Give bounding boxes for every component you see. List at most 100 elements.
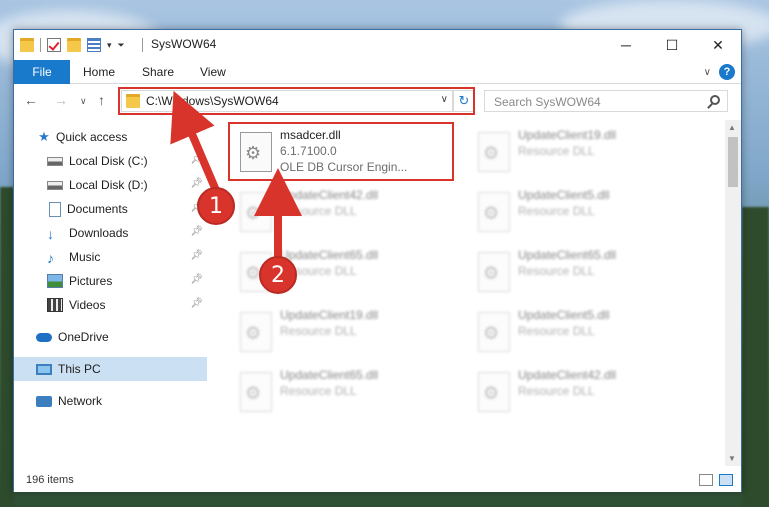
sidebar-item-label: Local Disk (C:) [69,154,148,168]
sidebar-item-label: Pictures [69,274,113,288]
status-bar: 196 items [14,470,741,492]
file-item[interactable]: UpdateClient5.dll Resource DLL [470,184,690,238]
sidebar-item-label: Documents [67,202,128,216]
sidebar-item-this-pc[interactable]: This PC [14,357,207,381]
toolbar-dropdown-icon[interactable]: ⏷ [118,40,125,51]
sidebar-item-videos[interactable]: Videos 📌︎ [14,293,207,317]
sidebar-item-downloads[interactable]: ↓ Downloads 📌︎ [14,221,207,245]
expand-ribbon-icon[interactable]: ∨ [704,67,711,78]
close-button[interactable]: ✕ [695,30,741,60]
sidebar-item-pictures[interactable]: Pictures 📌︎ [14,269,207,293]
file-name: UpdateClient19.dll [280,308,379,322]
sidebar-item-quick-access[interactable]: ★ Quick access [14,125,207,149]
dll-file-icon [240,372,272,412]
search-icon[interactable] [710,95,720,105]
file-item[interactable]: UpdateClient19.dll Resource DLL [470,124,690,178]
file-name: UpdateClient42.dll [280,188,379,202]
tab-file[interactable]: File [14,60,70,84]
maximize-button[interactable]: ☐ [649,30,695,60]
ribbon-controls: ∨ ? [704,64,735,80]
minimize-button[interactable]: ─ [603,30,649,60]
file-type: Resource DLL [518,384,595,398]
window-controls: ─ ☐ ✕ [603,30,741,60]
downloads-icon: ↓ [47,226,54,242]
this-pc-icon [36,363,52,375]
help-icon[interactable]: ? [719,64,735,80]
star-icon: ★ [38,129,50,144]
tab-home[interactable]: Home [83,60,115,84]
recent-locations-icon[interactable]: ∨ [80,96,87,107]
music-icon: ♪ [47,250,54,266]
sidebar-item-local-disk-c[interactable]: Local Disk (C:) 📌︎ [14,149,207,173]
customize-icon[interactable] [87,38,101,52]
large-icons-view-icon[interactable] [719,474,733,486]
sidebar-item-local-disk-d[interactable]: Local Disk (D:) 📌︎ [14,173,207,197]
file-name: UpdateClient5.dll [518,188,610,202]
file-name: UpdateClient5.dll [518,308,610,322]
file-type: Resource DLL [280,324,357,338]
view-toggle [699,474,733,486]
file-item[interactable]: UpdateClient42.dll Resource DLL [470,364,690,418]
sidebar-item-label: Downloads [69,226,129,240]
separator [142,38,143,52]
search-box[interactable]: Search SysWOW64 [484,90,728,112]
scroll-down-icon[interactable]: ▼ [728,454,736,463]
tab-share[interactable]: Share [142,60,174,84]
file-type: Resource DLL [518,144,595,158]
file-name: UpdateClient65.dll [280,368,379,382]
pin-icon[interactable]: 📌︎ [190,226,203,237]
scroll-up-icon[interactable]: ▲ [728,123,736,132]
pin-icon[interactable]: 📌︎ [190,274,203,285]
documents-icon [49,201,61,217]
pin-icon[interactable]: 📌︎ [190,154,203,165]
step-1-badge: 1 [197,187,235,225]
vertical-scrollbar[interactable]: ▲ ▼ [725,120,741,466]
dll-file-icon [478,192,510,232]
videos-icon [47,298,63,312]
pin-icon[interactable]: 📌︎ [190,178,203,189]
file-type: Resource DLL [518,324,595,338]
drive-icon [47,180,63,190]
file-item[interactable]: UpdateClient42.dll Resource DLL [232,184,452,238]
file-item[interactable]: UpdateClient65.dll Resource DLL [470,244,690,298]
item-count: 196 items [26,474,74,486]
up-arrow-icon[interactable]: ↑ [98,92,105,108]
address-highlight-box [118,87,475,115]
separator [40,38,41,52]
pictures-icon [47,274,63,288]
chevron-down-icon[interactable]: ▾ [107,40,112,51]
folder-icon [20,38,34,52]
navigation-bar: ← → ∨ ↑ C:\Windows\SysWOW64 ∨ ↻ Search S… [14,85,741,117]
file-name: UpdateClient65.dll [280,248,379,262]
background-trees [742,207,769,507]
title-bar: ▾ ⏷ SysWOW64 ─ ☐ ✕ [14,30,741,60]
back-arrow-icon[interactable]: ← [24,92,38,108]
sidebar-item-label: OneDrive [58,330,109,344]
new-folder-icon[interactable] [67,38,81,52]
scrollbar-thumb[interactable] [728,137,738,187]
forward-arrow-icon[interactable]: → [54,92,68,108]
window-title: SysWOW64 [151,37,217,51]
properties-check-icon[interactable] [47,38,61,52]
file-item[interactable]: UpdateClient19.dll Resource DLL [232,304,452,358]
pin-icon[interactable]: 📌︎ [190,298,203,309]
sidebar-item-documents[interactable]: Documents 📌︎ [14,197,207,221]
dll-file-icon [240,312,272,352]
sidebar-item-label: Videos [69,298,106,312]
sidebar-item-label: Quick access [56,130,128,144]
sidebar-item-network[interactable]: Network [14,389,207,413]
pin-icon[interactable]: 📌︎ [190,250,203,261]
dll-file-icon [478,132,510,172]
file-name: UpdateClient65.dll [518,248,617,262]
search-placeholder: Search SysWOW64 [494,95,601,109]
tab-view[interactable]: View [200,60,226,84]
file-item[interactable]: UpdateClient65.dll Resource DLL [232,364,452,418]
file-list: msadcer.dll 6.1.7100.0 OLE DB Cursor Eng… [208,120,725,466]
file-name: UpdateClient19.dll [518,128,617,142]
sidebar-item-onedrive[interactable]: OneDrive [14,325,207,349]
onedrive-icon [36,332,52,342]
details-view-icon[interactable] [699,474,713,486]
file-highlight-box [228,122,454,181]
sidebar-item-music[interactable]: ♪ Music 📌︎ [14,245,207,269]
file-item[interactable]: UpdateClient5.dll Resource DLL [470,304,690,358]
